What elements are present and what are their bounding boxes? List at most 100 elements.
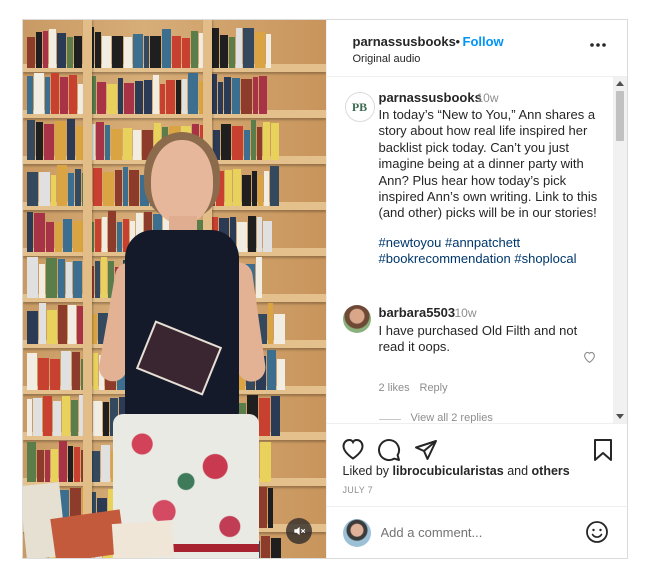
shelf-book [182,79,187,114]
shelf-book [38,358,49,390]
shelf-book [263,122,270,160]
comment-timestamp: 10w [454,306,477,320]
shelf-book [255,32,265,68]
liked-by-user[interactable]: librocubicularistas [393,464,504,478]
shelf-book [69,75,77,114]
shelf-book [44,124,54,160]
shelf-book [71,400,78,436]
caption-hashtags[interactable]: #newtoyou #annpatchett #bookrecommendati… [379,235,614,268]
bookmark-icon[interactable] [593,438,613,465]
shelf-book [271,123,279,160]
replies-divider [378,419,401,420]
heart-icon[interactable] [341,438,365,463]
shelf-book [107,84,117,114]
comment-username[interactable]: barbara5503 [379,305,456,320]
liked-by-prefix: Liked by [342,464,390,478]
shelf-book [53,401,61,436]
shelf-book [33,398,42,436]
shelf-book [75,169,81,206]
liked-by-line: Liked by librocubicularistas and others [343,464,570,478]
shelf-book [46,258,57,298]
comments-scrollbar[interactable] [613,77,627,423]
shelf-book [39,303,46,344]
mute-button[interactable] [285,518,312,544]
shelf-book [36,122,43,160]
shelf-book [47,310,57,344]
shelf-book [270,166,279,206]
shelf-book [27,399,32,436]
shelf-book [51,73,59,114]
shelf-book [67,119,75,160]
shelf-book [218,82,223,114]
shelf-book [268,488,273,528]
shelf-book [63,219,72,252]
shelf-book [27,37,35,68]
shelf-book [43,31,48,68]
comment-likes-count[interactable]: 2 likes [379,382,410,394]
share-icon[interactable] [414,438,438,465]
view-replies-button[interactable]: View all 2 replies [411,412,493,423]
scroll-up-arrow-icon[interactable] [616,81,624,86]
shelf-book [27,257,38,298]
comment-icon[interactable] [377,438,401,465]
commenter-avatar[interactable] [342,305,371,333]
shelf-book [271,538,281,558]
post-video[interactable] [23,20,326,558]
shelf-book [43,396,52,436]
shelf-book [135,81,143,114]
shelf-book [153,75,159,114]
shelf-book [277,359,285,390]
shelf-book [95,32,101,68]
shelf-book [150,36,161,68]
instagram-post: parnassusbooks • Follow Original audio P… [22,19,628,559]
author-avatar[interactable]: PB [344,92,375,122]
shelf-book [55,121,66,160]
shelf-book [27,212,33,252]
shelf-book [74,36,82,68]
shelf-book [229,37,235,68]
shelf-book [95,219,101,252]
header-separator: • [455,34,461,49]
shelf-book [68,173,74,206]
liked-by-others[interactable]: others [532,464,570,478]
post-date[interactable]: JULY 7 [343,485,373,495]
shelf-book [144,80,152,114]
shelf-book [27,311,38,344]
current-user-avatar [342,519,371,547]
shelf-book [60,77,68,114]
shelf-book [34,213,45,252]
caption-username[interactable]: parnassusbooks [379,90,482,105]
comment-like-heart-icon[interactable] [583,351,596,366]
emoji-icon[interactable] [585,520,609,547]
author-username[interactable]: parnassusbooks [353,34,456,49]
shelf-book [93,401,102,436]
shelf-book [58,305,67,344]
more-options-icon[interactable] [589,32,607,53]
comments-area[interactable]: PB parnassusbooks 10w In today’s “New to… [327,77,627,423]
follow-button[interactable]: Follow [463,34,504,49]
shelf-book [188,73,198,114]
shelf-book [182,38,190,68]
shelf-book [61,351,71,390]
shelf-book [93,168,102,206]
shelf-book [57,165,67,206]
add-comment-input[interactable] [380,517,581,547]
scroll-down-arrow-icon[interactable] [616,414,624,419]
shelf-book [55,222,62,252]
comment-text: I have purchased Old Filth and not read … [378,323,578,355]
audio-label[interactable]: Original audio [353,53,421,65]
liked-by-and: and [507,464,529,478]
shelf-book [253,77,258,114]
speaker-muted-icon [293,526,305,536]
shelf-book [162,29,171,68]
comment-reply-button[interactable]: Reply [420,382,448,394]
shelf-book [51,175,56,206]
scrollbar-thumb[interactable] [616,91,624,141]
shelf-book [144,36,149,68]
shelf-book [36,32,42,68]
shelf-book [95,261,100,298]
shelf-book [268,303,273,344]
shelf-book [118,78,123,114]
shelf-book [263,221,272,252]
shelf-book [220,35,228,68]
